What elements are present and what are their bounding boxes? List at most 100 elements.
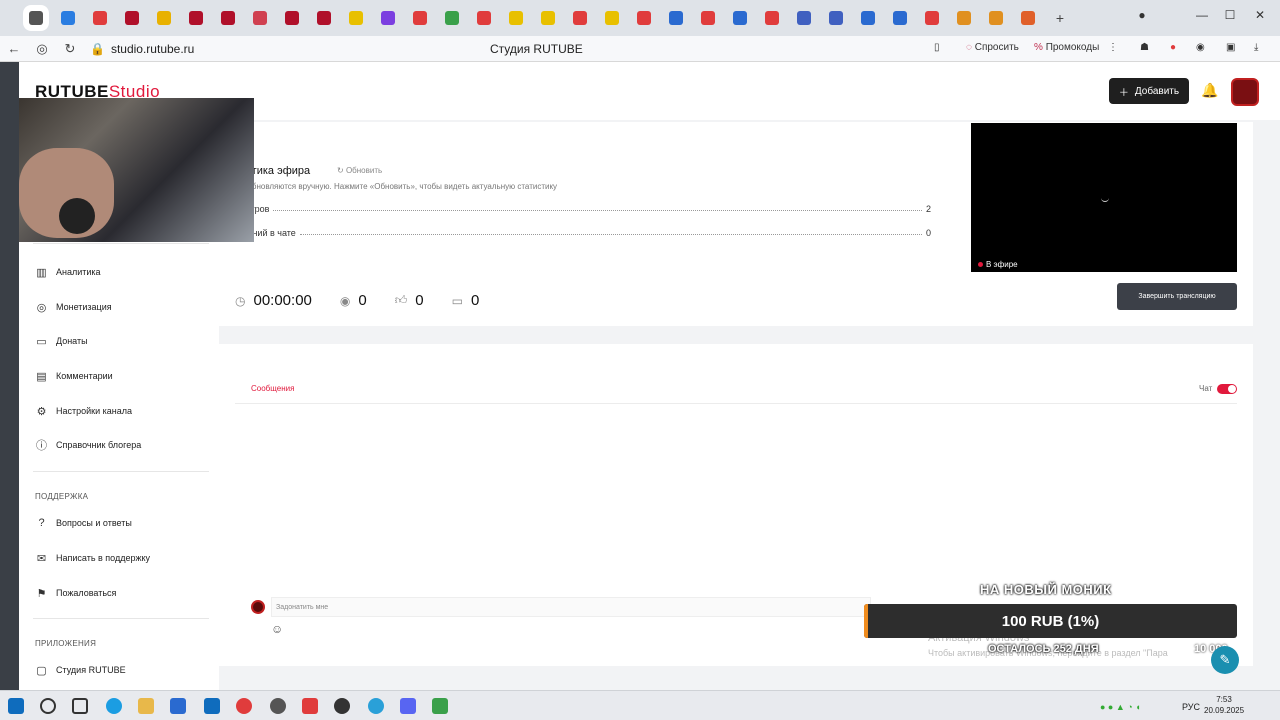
windows-start-icon[interactable]	[8, 698, 24, 714]
browser-tab[interactable]	[861, 11, 875, 25]
browser-tab[interactable]	[989, 11, 1003, 25]
sidebar-item-blogger-guide[interactable]: ⓘ Справочник блогера	[35, 435, 141, 455]
ask-button[interactable]: ◌ Спросить	[966, 42, 1019, 53]
coin-icon: ◎	[36, 301, 47, 314]
extension-icon[interactable]: ▣	[1226, 42, 1235, 53]
browser-tab-active[interactable]	[29, 11, 43, 25]
download-icon[interactable]: ⤓	[1254, 42, 1258, 53]
browser-tab[interactable]	[765, 11, 779, 25]
browser-tab[interactable]	[61, 11, 75, 25]
stream-preview-player[interactable]: В эфире	[971, 123, 1237, 272]
back-icon[interactable]: ←	[0, 36, 28, 62]
clock[interactable]: 7:53 20.09.2025	[1204, 694, 1244, 716]
metric-viewers: ◉ 0	[339, 292, 367, 309]
browser-tab[interactable]	[125, 11, 139, 25]
end-stream-button[interactable]: Завершить трансляцию	[1117, 283, 1237, 310]
stream-metrics: ◷ 00:00:00 ◉ 0 👍︎ 0 ▭ 0	[235, 292, 479, 309]
menu-dots-icon[interactable]: ⋮	[1108, 42, 1118, 53]
live-dot-icon	[978, 262, 983, 267]
browser-tab[interactable]	[381, 11, 395, 25]
comment-icon: ▤	[36, 370, 47, 383]
close-icon[interactable]: ✕	[1246, 0, 1274, 30]
browser-tab[interactable]	[957, 11, 971, 25]
folder-icon[interactable]	[138, 698, 154, 714]
bookmark-icon[interactable]: ▯	[934, 42, 940, 53]
language-indicator[interactable]: РУС	[1182, 702, 1200, 712]
chart-icon: ▥	[36, 266, 47, 279]
extension-icon[interactable]: ◉	[1196, 42, 1205, 53]
browser-tab[interactable]	[445, 11, 459, 25]
sidebar-item-donations[interactable]: ▭ Донаты	[35, 331, 87, 351]
task-view-icon[interactable]	[72, 698, 88, 714]
mail-icon: ✉	[36, 552, 47, 565]
sidebar-item-write-support[interactable]: ✉ Написать в поддержку	[35, 548, 150, 568]
browser-tab[interactable]	[797, 11, 811, 25]
browser-tab[interactable]	[509, 11, 523, 25]
browser-tab[interactable]	[189, 11, 203, 25]
url-field[interactable]: studio.rutube.ru	[111, 42, 194, 56]
sidebar-item-analytics[interactable]: ▥ Аналитика	[35, 262, 100, 282]
minimize-icon[interactable]: —	[1188, 0, 1216, 30]
discord-icon[interactable]	[400, 698, 416, 714]
tab-messages[interactable]: Сообщения	[251, 384, 294, 393]
browser-tab[interactable]	[157, 11, 171, 25]
chat-message-input[interactable]: Задонатить мне	[271, 597, 871, 617]
browser-tab[interactable]	[221, 11, 235, 25]
browser-tab[interactable]	[669, 11, 683, 25]
bell-icon[interactable]: 🔔	[1201, 82, 1218, 99]
outlook-icon[interactable]	[204, 698, 220, 714]
browser-tab[interactable]	[637, 11, 651, 25]
settings-icon[interactable]	[270, 698, 286, 714]
app-icon[interactable]	[334, 698, 350, 714]
browser-tab[interactable]	[829, 11, 843, 25]
yandex-icon[interactable]	[302, 698, 318, 714]
browser-tab[interactable]	[541, 11, 555, 25]
extension-icon[interactable]: ☗	[1140, 42, 1149, 53]
browser-tab[interactable]	[413, 11, 427, 25]
browser-tab[interactable]	[925, 11, 939, 25]
extension-icon[interactable]: ●	[1170, 42, 1176, 53]
browser-tab[interactable]	[573, 11, 587, 25]
emoji-icon[interactable]: ☺	[271, 622, 283, 636]
sidebar-item-faq[interactable]: ? Вопросы и ответы	[35, 513, 131, 533]
telegram-icon[interactable]	[368, 698, 384, 714]
gear-icon: ⚙	[36, 405, 47, 418]
refresh-icon: ↻	[337, 166, 344, 175]
sidebar-item-comments[interactable]: ▤ Комментарии	[35, 366, 112, 386]
stat-row-chat-messages: бщений в чате 0	[235, 228, 931, 238]
store-icon[interactable]	[170, 698, 186, 714]
metric-duration: ◷ 00:00:00	[235, 292, 312, 309]
avatar[interactable]	[1231, 78, 1259, 106]
profile-icon[interactable]: ●	[1128, 0, 1156, 30]
edge-icon[interactable]	[106, 698, 122, 714]
add-button[interactable]: ＋ Добавить	[1109, 78, 1189, 104]
browser-tab[interactable]	[605, 11, 619, 25]
browser-tab[interactable]	[1021, 11, 1035, 25]
browser-tab[interactable]	[349, 11, 363, 25]
promo-button[interactable]: % Промокоды	[1034, 42, 1099, 53]
reload-icon[interactable]: ↻	[56, 36, 84, 62]
shield-icon[interactable]: ◎	[28, 36, 56, 62]
yandex-browser-icon[interactable]	[236, 698, 252, 714]
browser-tab[interactable]	[477, 11, 491, 25]
chat-toggle[interactable]	[1217, 384, 1237, 394]
browser-tab[interactable]	[93, 11, 107, 25]
browser-tab[interactable]	[285, 11, 299, 25]
browser-tab[interactable]	[893, 11, 907, 25]
support-chat-icon[interactable]: ✎	[1211, 646, 1239, 674]
browser-tab[interactable]	[253, 11, 267, 25]
sidebar-item-monetization[interactable]: ◎ Монетизация	[35, 297, 112, 317]
divider	[33, 243, 209, 244]
app-icon[interactable]	[432, 698, 448, 714]
new-tab-icon[interactable]: +	[1053, 11, 1067, 25]
browser-tab[interactable]	[733, 11, 747, 25]
sidebar-item-report[interactable]: ⚑ Пожаловаться	[35, 583, 117, 603]
browser-tab[interactable]	[701, 11, 715, 25]
search-icon[interactable]	[40, 698, 56, 714]
plus-icon: ＋	[1118, 87, 1129, 99]
sidebar-item-rutube-studio[interactable]: ▢ Студия RUTUBE	[35, 660, 125, 680]
maximize-icon[interactable]: ☐	[1216, 0, 1244, 30]
browser-tab[interactable]	[317, 11, 331, 25]
sidebar-item-channel-settings[interactable]: ⚙ Настройки канала	[35, 401, 132, 421]
refresh-button[interactable]: ↻ Обновить	[337, 166, 382, 175]
